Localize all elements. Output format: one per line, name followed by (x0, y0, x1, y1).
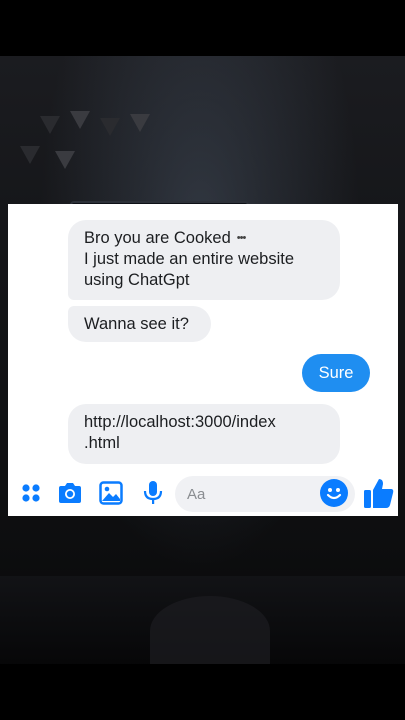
microphone-icon[interactable] (140, 480, 166, 506)
link-text[interactable]: .html (84, 433, 324, 454)
message-bubble-received: Wanna see it? (68, 306, 211, 342)
message-bubble-sent: Sure (302, 354, 370, 392)
message-text: Wanna see it? (84, 315, 189, 333)
message-bubble-received: Bro you are Cooked ••• I just made an ent… (68, 220, 340, 300)
thumbs-up-icon[interactable] (362, 476, 396, 510)
camera-icon[interactable] (57, 480, 83, 506)
composer-toolbar: Aa (8, 472, 398, 516)
image-icon[interactable] (98, 480, 124, 506)
messenger-chat-screenshot: Bro you are Cooked ••• I just made an ent… (8, 204, 398, 516)
message-text: Sure (318, 363, 354, 382)
link-text[interactable]: http://localhost:3000/index (84, 412, 324, 433)
message-input-placeholder: Aa (187, 485, 206, 503)
message-text: using ChatGpt (84, 271, 190, 289)
apps-grid-icon[interactable] (18, 480, 44, 506)
emoji-icon[interactable] (320, 479, 348, 507)
message-bubble-received: http://localhost:3000/index .html (68, 404, 340, 464)
message-text: I just made an entire website (84, 250, 295, 268)
message-text: Bro you are Cooked (84, 229, 231, 247)
skull-emoji-icon: ••• (236, 232, 247, 244)
